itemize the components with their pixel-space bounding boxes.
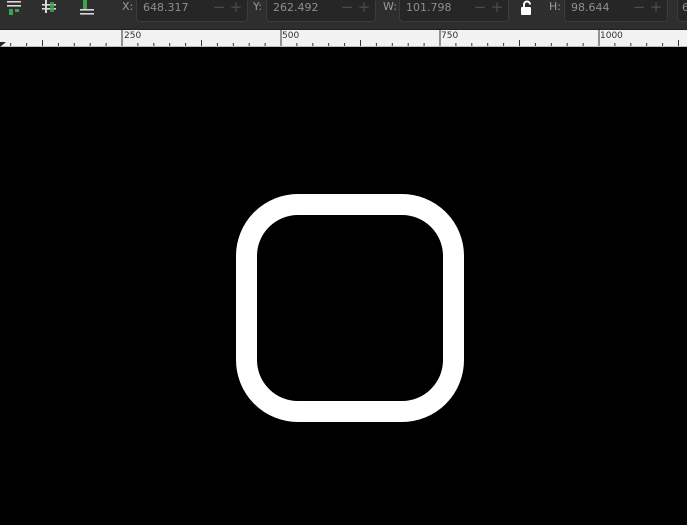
h-increment-button[interactable]: +	[648, 0, 664, 15]
y-spinbox[interactable]: 262.492 − +	[266, 0, 376, 22]
inkscape-window: X: 648.317 − + Y: 262.492 − + W: 101.798…	[0, 0, 687, 525]
ruler-label-250: 250	[124, 31, 142, 41]
horizontal-ruler[interactable]: 250 500 750 1000	[0, 30, 687, 47]
h-decrement-button[interactable]: −	[631, 0, 647, 15]
ruler-label-1000: 1000	[600, 31, 623, 41]
h-label: H:	[549, 0, 561, 13]
align-vertical-center-button[interactable]	[37, 0, 61, 22]
align-top-button[interactable]	[2, 0, 26, 22]
w-spinbox[interactable]: 101.798 − +	[399, 0, 509, 22]
x-decrement-button[interactable]: −	[211, 0, 227, 15]
lock-ratio-button[interactable]	[519, 0, 535, 16]
y-value[interactable]: 262.492	[273, 1, 319, 14]
units-field-partial-text: 6	[682, 1, 687, 14]
tool-controls-bar: X: 648.317 − + Y: 262.492 − + W: 101.798…	[0, 0, 687, 30]
h-spinbox[interactable]: 98.644 − +	[564, 0, 668, 22]
rounded-square-shape[interactable]	[236, 194, 464, 422]
ruler-label-500: 500	[282, 31, 300, 41]
drawing-canvas[interactable]	[0, 47, 687, 525]
w-value[interactable]: 101.798	[406, 1, 452, 14]
y-increment-button[interactable]: +	[356, 0, 372, 15]
align-bottom-button[interactable]	[75, 0, 99, 22]
x-value[interactable]: 648.317	[143, 1, 189, 14]
h-value[interactable]: 98.644	[571, 1, 610, 14]
x-increment-button[interactable]: +	[228, 0, 244, 15]
w-decrement-button[interactable]: −	[472, 0, 488, 15]
align-vertical-center-icon	[42, 0, 56, 13]
align-top-icon	[7, 1, 21, 15]
w-label: W:	[383, 0, 397, 13]
x-label: X:	[122, 0, 134, 13]
ruler-ticks	[0, 30, 687, 47]
w-increment-button[interactable]: +	[489, 0, 505, 15]
y-label: Y:	[253, 0, 262, 13]
ruler-label-750: 750	[441, 31, 459, 41]
units-field-partial[interactable]: 6	[677, 0, 687, 22]
y-decrement-button[interactable]: −	[339, 0, 355, 15]
align-bottom-icon	[80, 0, 94, 15]
x-spinbox[interactable]: 648.317 − +	[136, 0, 248, 22]
lock-open-icon	[521, 0, 531, 15]
